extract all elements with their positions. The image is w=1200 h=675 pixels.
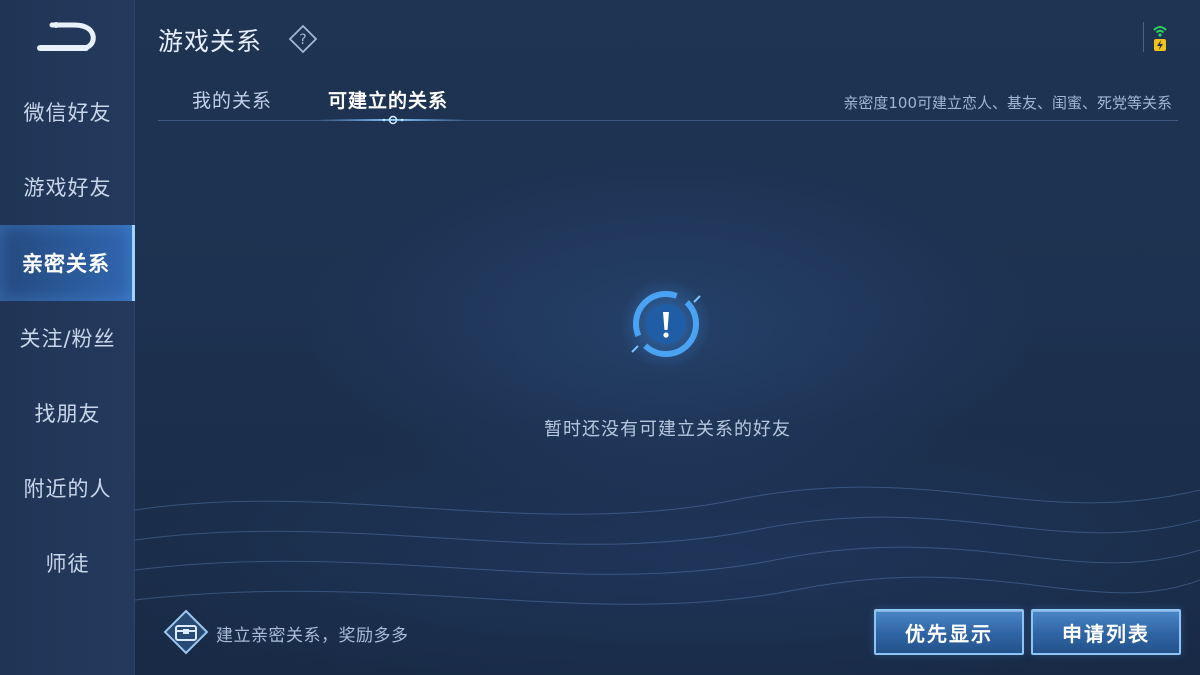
sidebar-item-label: 微信好友 [23, 101, 112, 125]
priority-display-button[interactable]: 优先显示 [874, 609, 1024, 655]
page-title: 游戏关系 [158, 27, 263, 56]
sidebar-item-label: 关注/粉丝 [19, 327, 116, 351]
tab-available-relations[interactable]: 可建立的关系 [328, 86, 448, 113]
sidebar: 微信好友 游戏好友 亲密关系 关注/粉丝 找朋友 附近的人 师徒 [0, 0, 135, 675]
apply-list-button[interactable]: 申请列表 [1031, 609, 1181, 655]
exclamation-icon [620, 278, 712, 370]
help-icon[interactable]: ? [288, 24, 318, 54]
sidebar-item-nearby-people[interactable]: 附近的人 [0, 450, 135, 526]
active-tab-indicator [318, 115, 468, 125]
sidebar-item-follow-fans[interactable]: 关注/粉丝 [0, 300, 135, 376]
treasure-chest-icon [163, 609, 209, 655]
sidebar-item-label: 游戏好友 [23, 176, 112, 200]
empty-state-message: 暂时还没有可建立关系的好友 [544, 419, 791, 440]
tabs-divider [158, 120, 1178, 121]
reward-hint: 建立亲密关系，奖励多多 [216, 626, 409, 646]
wifi-battery-icon [1153, 26, 1167, 51]
sidebar-item-wechat-friends[interactable]: 微信好友 [0, 74, 135, 150]
back-arrow-icon[interactable] [34, 18, 100, 54]
sidebar-item-mentorship[interactable]: 师徒 [0, 525, 135, 601]
sidebar-item-label: 亲密关系 [22, 252, 110, 276]
tab-my-relations[interactable]: 我的关系 [192, 86, 272, 113]
sidebar-item-label: 师徒 [45, 552, 90, 576]
sidebar-item-label: 附近的人 [23, 477, 112, 501]
relation-hint: 亲密度100可建立恋人、基友、闺蜜、死党等关系 [843, 94, 1172, 112]
svg-text:?: ? [299, 32, 306, 48]
sidebar-item-game-friends[interactable]: 游戏好友 [0, 149, 135, 225]
sidebar-item-intimate-relations[interactable]: 亲密关系 [0, 225, 135, 301]
